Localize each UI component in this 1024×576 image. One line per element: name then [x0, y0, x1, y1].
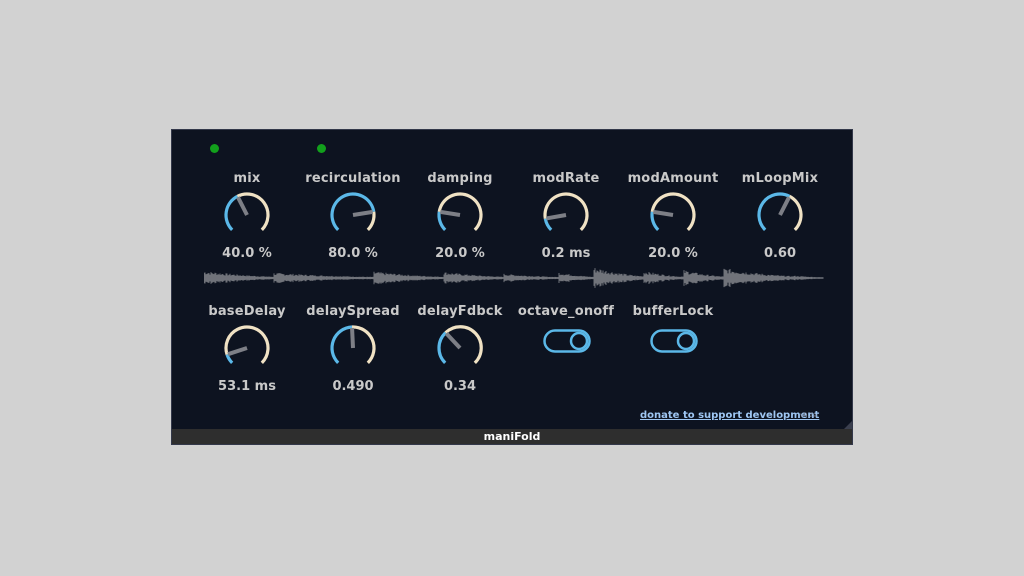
knob-label: mix — [233, 171, 261, 186]
knob-pointer — [778, 196, 791, 216]
knob-value: 0.2 ms — [541, 246, 591, 261]
knob-arc-remaining — [444, 325, 483, 364]
knob-arc-active — [437, 331, 447, 364]
knob-pointer — [545, 213, 567, 221]
knob-value: 40.0 % — [222, 246, 272, 261]
octave-onoff-switch[interactable] — [543, 329, 591, 353]
donate-link[interactable]: donate to support development — [640, 410, 819, 421]
damping-knob-dial[interactable] — [434, 189, 486, 241]
plugin-title: maniFold — [483, 430, 541, 443]
waveform-path — [204, 268, 824, 288]
knob-label: delayFdbck — [417, 304, 503, 319]
knob-label: modAmount — [627, 171, 719, 186]
knob-arc-remaining — [351, 325, 376, 364]
knob-value: 0.34 — [443, 379, 477, 394]
knob-pointer — [352, 209, 374, 217]
knob-value: 0.490 — [332, 379, 374, 394]
knob-pointer — [652, 209, 674, 217]
plugin-window: mix 40.0 % recirculation 80.0 % damping … — [171, 129, 853, 445]
resize-handle[interactable] — [844, 421, 852, 429]
knob-label: damping — [427, 171, 493, 186]
knob-arc-active — [543, 218, 553, 231]
knob-arc-active — [330, 325, 353, 364]
delayfdbck-knob-dial[interactable] — [434, 322, 486, 374]
knob-value: 80.0 % — [328, 246, 378, 261]
knob-label: delaySpread — [306, 304, 400, 319]
knob-pointer — [236, 196, 249, 216]
bufferlock-switch[interactable] — [650, 329, 698, 353]
knob-arc-remaining — [224, 325, 270, 364]
waveform-display — [204, 268, 824, 288]
knob-label: modRate — [532, 171, 600, 186]
recirculation-knob-dial[interactable] — [327, 189, 379, 241]
knob-arc-remaining — [543, 192, 589, 231]
switch-thumb — [676, 331, 696, 351]
basedelay-knob-dial[interactable] — [221, 322, 273, 374]
knob-value: 20.0 % — [648, 246, 698, 261]
knob-value: 20.0 % — [435, 246, 485, 261]
knob-pointer — [227, 346, 248, 357]
status-led-1 — [210, 144, 219, 153]
knob-arc-active — [757, 192, 791, 231]
knob-value: 0.60 — [763, 246, 797, 261]
knob-value: 53.1 ms — [218, 379, 276, 394]
knob-label: baseDelay — [208, 304, 286, 319]
version-label: v0.2a — [800, 412, 817, 419]
toggle-label: octave_onoff — [517, 304, 615, 319]
switch-thumb — [569, 331, 589, 351]
modrate-knob-dial[interactable] — [540, 189, 592, 241]
toggle-label: bufferLock — [632, 304, 714, 319]
mloopmix-knob-dial[interactable] — [754, 189, 806, 241]
knob-label: recirculation — [305, 171, 401, 186]
knob-arc-active — [224, 194, 239, 231]
knob-pointer — [350, 327, 355, 349]
knob-label: mLoopMix — [741, 171, 819, 186]
delayspread-knob-dial[interactable] — [327, 322, 379, 374]
mix-knob-dial[interactable] — [221, 189, 273, 241]
status-led-2 — [317, 144, 326, 153]
knob-pointer — [439, 209, 461, 217]
footer-bar: maniFold — [172, 429, 852, 444]
modamount-knob-dial[interactable] — [647, 189, 699, 241]
knob-arc-remaining — [788, 194, 803, 231]
knob-pointer — [444, 332, 462, 350]
knob-arc-remaining — [236, 192, 270, 231]
